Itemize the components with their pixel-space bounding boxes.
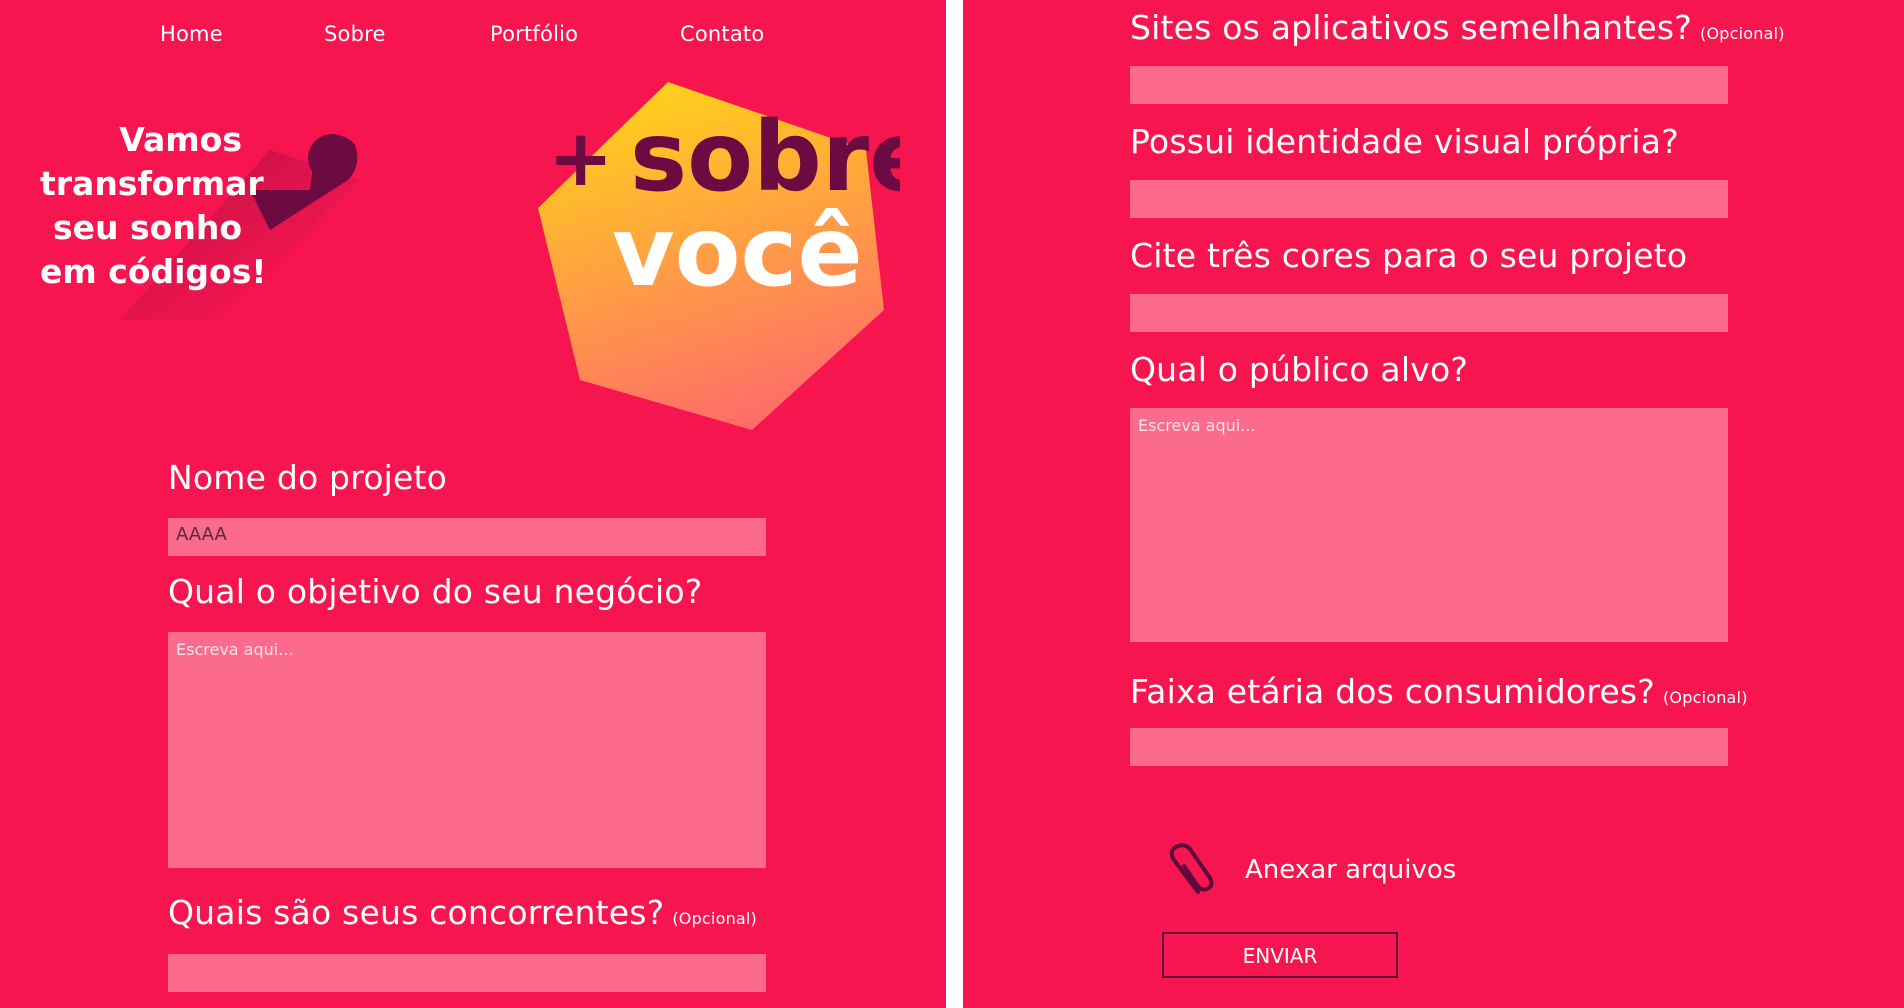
similar-sites-input[interactable] [1130,66,1728,104]
main-nav: Home Sobre Portfólio Contato [0,22,946,52]
hero-title-graphic: + sobre você [538,82,900,430]
age-range-label: Faixa etária dos consumidores? (Opcional) [1130,672,1748,711]
title-plus: + [548,114,613,204]
audience-textarea[interactable]: Escreva aqui... [1130,408,1728,642]
business-goal-label: Qual o objetivo do seu negócio? [168,572,703,611]
attach-files-label[interactable]: Anexar arquivos [1245,855,1456,885]
title-voce: você [612,196,863,308]
tagline-line-4: em códigos! [40,252,267,291]
nav-contato[interactable]: Contato [680,22,764,46]
paperclip-icon[interactable] [1160,840,1220,900]
hero-tagline: Vamos transformar seu sonho em códigos! [40,118,267,294]
project-name-label: Nome do projeto [168,458,448,497]
visual-identity-label: Possui identidade visual própria? [1130,122,1679,161]
business-goal-placeholder: Escreva aqui... [176,640,294,659]
tagline-line-2: transformar [40,164,264,203]
competitors-input[interactable] [168,954,766,992]
similar-sites-label-text: Sites os aplicativos semelhantes? [1130,8,1693,47]
audience-label: Qual o público alvo? [1130,350,1469,389]
business-goal-textarea[interactable]: Escreva aqui... [168,632,766,868]
visual-identity-input[interactable] [1130,180,1728,218]
age-range-input[interactable] [1130,728,1728,766]
competitors-label: Quais são seus concorrentes? (Opcional) [168,893,757,932]
submit-button[interactable]: ENVIAR [1162,932,1398,978]
tagline-line-3: seu sonho [53,208,242,247]
competitors-label-text: Quais são seus concorrentes? [168,893,665,932]
nav-portfolio[interactable]: Portfólio [490,22,578,46]
project-name-input[interactable]: AAAA [168,518,766,556]
tagline-line-1: Vamos [119,120,242,159]
nav-home[interactable]: Home [160,22,223,46]
colors-label: Cite três cores para o seu projeto [1130,236,1688,275]
similar-sites-optional-tag: (Opcional) [1700,24,1785,43]
left-panel: Home Sobre Portfólio Contato Vamos trans… [0,0,946,1008]
audience-placeholder: Escreva aqui... [1138,416,1256,435]
nav-sobre[interactable]: Sobre [324,22,386,46]
competitors-optional-tag: (Opcional) [672,909,757,928]
age-range-label-text: Faixa etária dos consumidores? [1130,672,1655,711]
age-range-optional-tag: (Opcional) [1662,688,1748,707]
colors-input[interactable] [1130,294,1728,332]
similar-sites-label: Sites os aplicativos semelhantes? (Opcion… [1130,8,1785,47]
